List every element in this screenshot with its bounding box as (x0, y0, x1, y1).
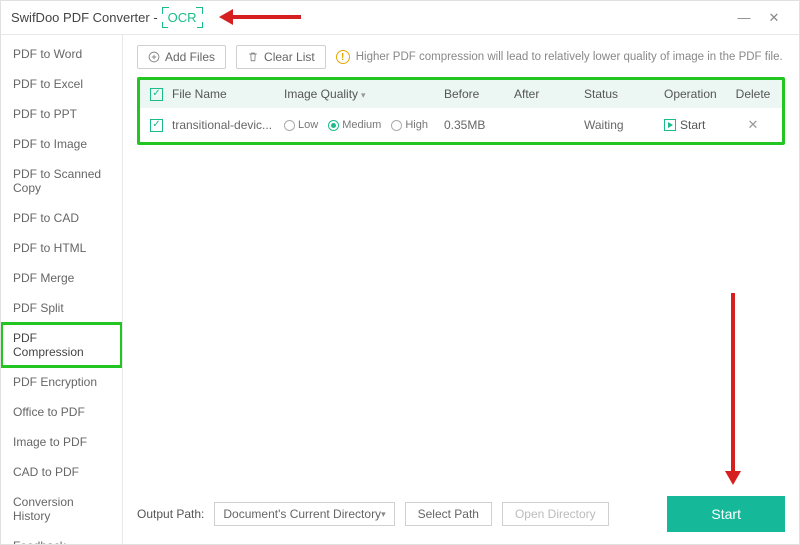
minimize-button[interactable]: — (729, 10, 759, 25)
table-header-row: ✓ File Name Image Quality▾ Before After … (140, 80, 782, 108)
header-before[interactable]: Before (440, 87, 510, 101)
table-row: ✓ transitional-devic... Low Medium High … (140, 108, 782, 142)
sidebar-item-cad-to-pdf[interactable]: CAD to PDF (1, 457, 122, 487)
titlebar: SwifDoo PDF Converter - OCR — ✕ (1, 1, 799, 35)
open-directory-button[interactable]: Open Directory (502, 502, 609, 526)
close-button[interactable]: ✕ (759, 10, 789, 26)
sidebar-item-pdf-merge[interactable]: PDF Merge (1, 263, 122, 293)
compression-notice: ! Higher PDF compression will lead to re… (336, 50, 783, 64)
sidebar-item-image-to-pdf[interactable]: Image to PDF (1, 427, 122, 457)
row-delete-button[interactable]: ✕ (748, 117, 759, 132)
warning-icon: ! (336, 50, 350, 64)
sidebar-item-pdf-to-html[interactable]: PDF to HTML (1, 233, 122, 263)
header-image-quality[interactable]: Image Quality▾ (280, 87, 440, 101)
trash-icon (247, 51, 259, 63)
sidebar-item-pdf-to-ppt[interactable]: PDF to PPT (1, 99, 122, 129)
plus-circle-icon (148, 51, 160, 63)
start-button[interactable]: Start (667, 496, 785, 532)
row-before: 0.35MB (440, 118, 510, 132)
ocr-tag[interactable]: OCR (164, 9, 201, 26)
clear-list-button[interactable]: Clear List (236, 45, 326, 69)
toolbar: Add Files Clear List ! Higher PDF compre… (137, 45, 785, 69)
sidebar-item-pdf-to-image[interactable]: PDF to Image (1, 129, 122, 159)
sidebar-item-pdf-encryption[interactable]: PDF Encryption (1, 367, 122, 397)
chevron-down-icon: ▾ (381, 509, 386, 520)
app-title: SwifDoo PDF Converter - (11, 10, 158, 25)
header-delete[interactable]: Delete (730, 87, 776, 101)
sort-caret-icon: ▾ (361, 90, 366, 100)
output-path-dropdown[interactable]: Document's Current Directory ▾ (214, 502, 394, 526)
quality-high-radio[interactable]: High (391, 119, 428, 131)
output-path-label: Output Path: (137, 507, 204, 521)
row-status: Waiting (580, 118, 660, 132)
header-file-name[interactable]: File Name (168, 87, 280, 101)
sidebar-item-pdf-split[interactable]: PDF Split (1, 293, 122, 323)
clear-list-label: Clear List (264, 50, 315, 64)
play-icon (664, 119, 676, 131)
sidebar-item-pdf-to-excel[interactable]: PDF to Excel (1, 69, 122, 99)
sidebar-item-conversion-history[interactable]: Conversion History (1, 487, 122, 531)
quality-low-radio[interactable]: Low (284, 119, 318, 131)
sidebar-item-pdf-to-cad[interactable]: PDF to CAD (1, 203, 122, 233)
output-path-value: Document's Current Directory (223, 507, 381, 521)
row-start-button[interactable]: Start (664, 118, 726, 132)
sidebar: PDF to Word PDF to Excel PDF to PPT PDF … (1, 35, 123, 544)
select-all-checkbox[interactable]: ✓ (150, 88, 163, 101)
add-files-label: Add Files (165, 50, 215, 64)
footer: Output Path: Document's Current Director… (137, 486, 785, 532)
header-operation[interactable]: Operation (660, 87, 730, 101)
sidebar-item-feedback[interactable]: Feedback (1, 531, 122, 544)
sidebar-item-pdf-to-word[interactable]: PDF to Word (1, 39, 122, 69)
add-files-button[interactable]: Add Files (137, 45, 226, 69)
row-file-name: transitional-devic... (168, 118, 280, 132)
notice-text: Higher PDF compression will lead to rela… (356, 51, 783, 63)
header-after[interactable]: After (510, 87, 580, 101)
select-path-button[interactable]: Select Path (405, 502, 492, 526)
row-checkbox[interactable]: ✓ (150, 119, 163, 132)
sidebar-item-office-to-pdf[interactable]: Office to PDF (1, 397, 122, 427)
main-panel: Add Files Clear List ! Higher PDF compre… (123, 35, 799, 544)
quality-medium-radio[interactable]: Medium (328, 119, 381, 131)
file-table: ✓ File Name Image Quality▾ Before After … (137, 77, 785, 145)
sidebar-item-pdf-compression[interactable]: PDF Compression (1, 323, 122, 367)
ocr-tag-label: OCR (168, 10, 197, 25)
header-status[interactable]: Status (580, 87, 660, 101)
sidebar-item-pdf-to-scanned-copy[interactable]: PDF to Scanned Copy (1, 159, 122, 203)
